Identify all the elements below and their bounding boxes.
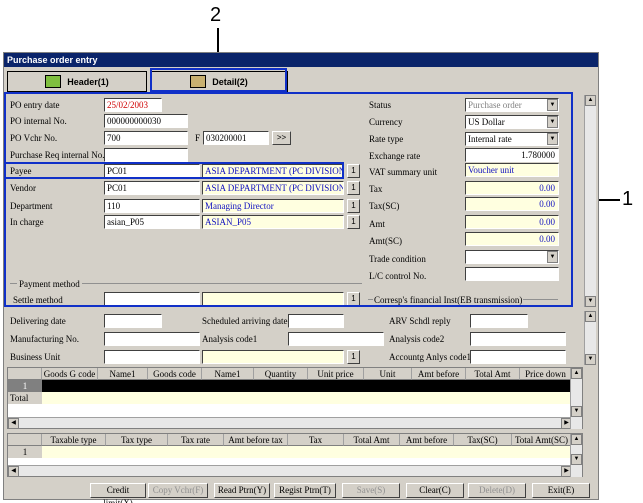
save-button[interactable]: Save(S) <box>342 483 400 498</box>
delivering-date-field[interactable] <box>104 314 162 328</box>
business-unit-name-field[interactable] <box>202 350 344 364</box>
middle-scroll-down-icon[interactable]: ▼ <box>585 354 596 365</box>
delete-button[interactable]: Delete(D) <box>468 483 526 498</box>
scheduled-arriving-label: Scheduled arriving date <box>202 316 288 326</box>
business-unit-label: Business Unit <box>10 352 61 362</box>
callout-2: 2 <box>210 4 222 26</box>
goods-col-header[interactable]: Goods G code <box>42 368 98 380</box>
tax-col-header[interactable]: Tax(SC) <box>454 434 512 446</box>
goods-scroll-left-icon[interactable]: ◀ <box>8 418 19 429</box>
goods-total-row <box>42 392 572 404</box>
analysis-code1-field[interactable] <box>288 332 384 346</box>
tax-vscrollbar[interactable]: ▲ ▼ <box>570 434 582 477</box>
tax-col-header[interactable]: Tax <box>288 434 344 446</box>
accountg-anlys-field[interactable] <box>470 350 566 364</box>
tax-col-header[interactable]: Tax rate <box>168 434 224 446</box>
tax-col-header[interactable]: Total Amt <box>344 434 400 446</box>
analysis-code1-label: Analysis code1 <box>202 334 258 344</box>
header-panel-highlight <box>4 92 573 307</box>
goods-vscrollbar[interactable]: ▲ ▼ <box>570 368 582 429</box>
tax-col-header[interactable]: Amt before <box>400 434 454 446</box>
credit-limit-button[interactable]: Credit limit(X) <box>90 483 146 503</box>
accountg-anlys-label: Accountg Anlys code1 <box>389 352 471 362</box>
scheduled-arriving-field[interactable] <box>288 314 344 328</box>
copy-vchr-button[interactable]: Copy Vchr(F) <box>148 483 208 498</box>
tab-header[interactable]: Header(1) <box>7 71 147 92</box>
goods-col-header[interactable]: Unit price <box>308 368 364 380</box>
tax-scroll-left-icon[interactable]: ◀ <box>8 466 19 477</box>
goods-col-header[interactable]: Price down <box>520 368 572 380</box>
goods-col-header[interactable]: Total Amt <box>466 368 520 380</box>
goods-scroll-down-icon[interactable]: ▼ <box>571 406 582 417</box>
detail-tab-highlight <box>150 68 287 92</box>
tax-grid: Taxable type Tax type Tax rate Amt befor… <box>7 433 583 477</box>
analysis-code2-label: Analysis code2 <box>389 334 445 344</box>
tax-grid-corner <box>8 434 42 446</box>
tax-row-number: 1 <box>8 446 42 458</box>
delivering-date-label: Delivering date <box>10 316 66 326</box>
callout-1: 1 <box>622 188 634 210</box>
payee-row-highlight <box>4 162 344 179</box>
manufacturing-no-field[interactable] <box>104 332 200 346</box>
arv-schdl-reply-label: ARV Schdl reply <box>389 316 451 326</box>
scroll-up-icon[interactable]: ▲ <box>585 95 596 106</box>
tax-col-header[interactable]: Taxable type <box>42 434 106 446</box>
clear-button[interactable]: Clear(C) <box>406 483 464 498</box>
goods-hscrollbar[interactable]: ◀ ▶ <box>8 417 572 429</box>
goods-col-header[interactable]: Unit <box>364 368 412 380</box>
tax-col-header[interactable]: Amt before tax <box>224 434 288 446</box>
goods-row-number: 1 <box>8 380 42 392</box>
tax-col-header[interactable]: Total Amt(SC) <box>512 434 572 446</box>
goods-col-header[interactable]: Name1 <box>202 368 254 380</box>
business-unit-lookup-button[interactable]: 1 <box>347 350 360 364</box>
middle-panel: Delivering date Scheduled arriving date … <box>7 311 585 365</box>
goods-col-header[interactable]: Name1 <box>98 368 148 380</box>
goods-col-header[interactable]: Amt before <box>412 368 466 380</box>
tax-scroll-down-icon[interactable]: ▼ <box>571 454 582 465</box>
goods-grid-corner <box>8 368 42 380</box>
regist-ptrn-button[interactable]: Regist Ptrn(T) <box>274 483 336 498</box>
tax-hscrollbar[interactable]: ◀ ▶ <box>8 465 572 477</box>
goods-col-header[interactable]: Quantity <box>254 368 308 380</box>
exit-button[interactable]: Exit(E) <box>532 483 590 498</box>
goods-grid: Goods G code Name1 Goods code Name1 Quan… <box>7 367 583 429</box>
tax-row[interactable] <box>42 446 572 458</box>
tax-col-header[interactable]: Tax type <box>106 434 168 446</box>
middle-scroll-up-icon[interactable]: ▲ <box>585 311 596 322</box>
tab-header-label: Header(1) <box>67 76 109 87</box>
window-title: Purchase order entry <box>4 53 598 67</box>
goods-row-selected[interactable] <box>8 380 572 392</box>
goods-scroll-up-icon[interactable]: ▲ <box>571 368 582 379</box>
goods-total-label: Total <box>8 392 42 404</box>
arv-schdl-reply-field[interactable] <box>470 314 528 328</box>
book-icon <box>45 75 62 88</box>
manufacturing-no-label: Manufacturing No. <box>10 334 79 344</box>
business-unit-field[interactable] <box>104 350 200 364</box>
read-ptrn-button[interactable]: Read Ptrn(Y) <box>214 483 270 498</box>
header-scrollbar[interactable]: ▲ ▼ <box>584 95 596 307</box>
analysis-code2-field[interactable] <box>470 332 566 346</box>
tax-scroll-up-icon[interactable]: ▲ <box>571 434 582 445</box>
scroll-down-icon[interactable]: ▼ <box>585 296 596 307</box>
goods-col-header[interactable]: Goods code <box>148 368 202 380</box>
middle-scrollbar[interactable]: ▲ ▼ <box>584 311 596 365</box>
